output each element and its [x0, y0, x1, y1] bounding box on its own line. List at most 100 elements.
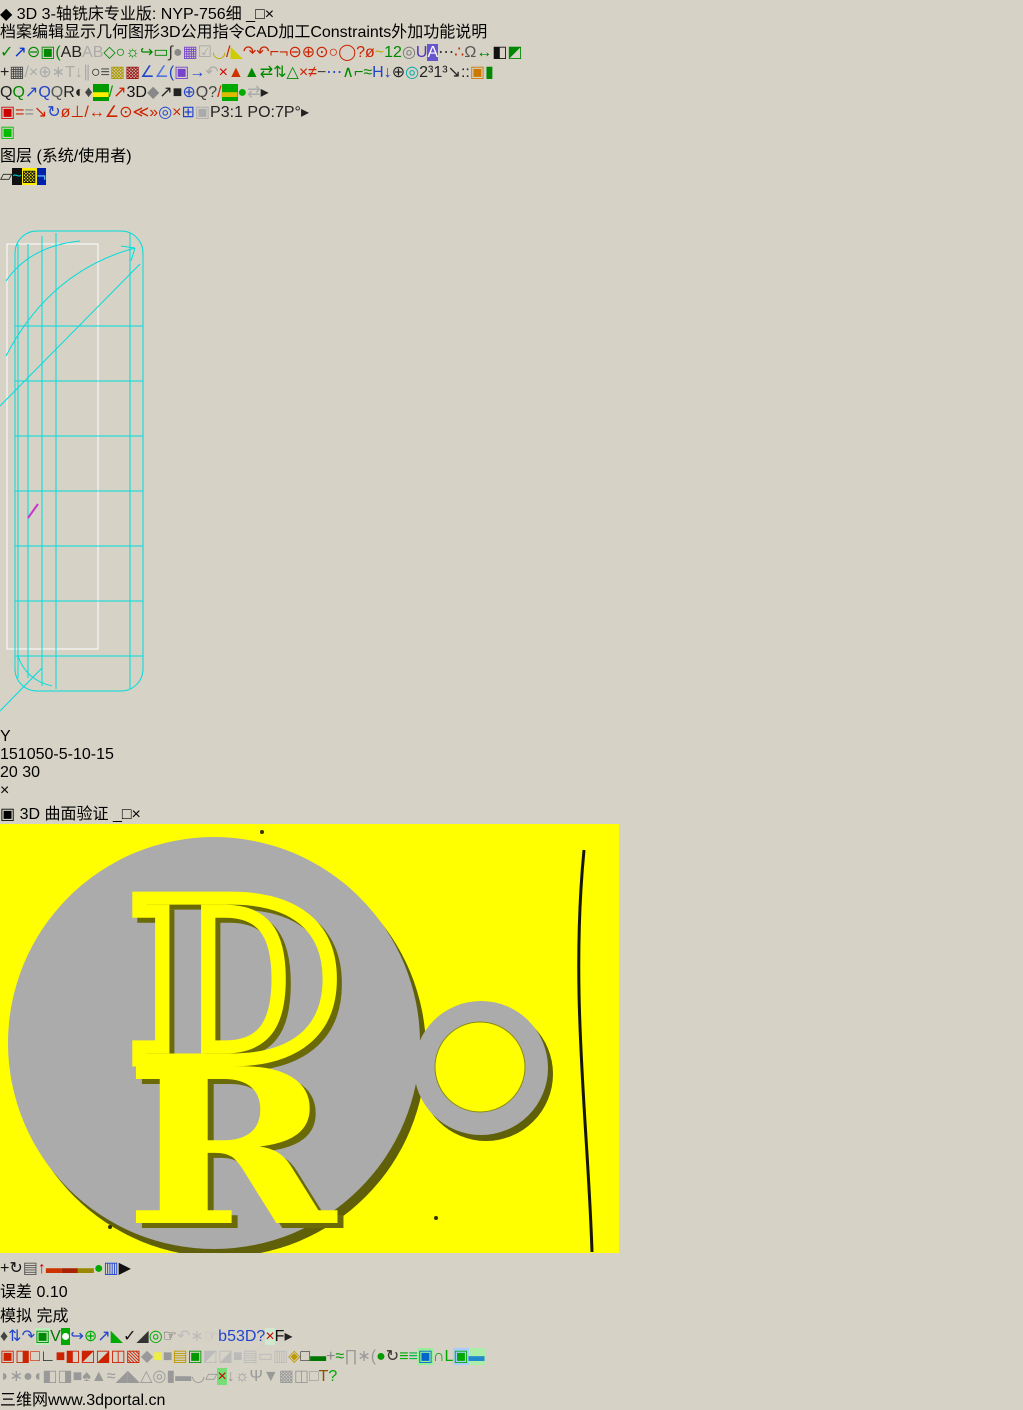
zoom-window2-icon[interactable]: Q: [196, 84, 208, 101]
shade-half-icon[interactable]: ◐: [75, 84, 85, 101]
constrain-diag-icon[interactable]: ↘: [34, 104, 47, 121]
next-arrow-icon[interactable]: →: [189, 64, 205, 81]
trim-arc-icon[interactable]: ↷: [243, 44, 256, 61]
angle-icon[interactable]: ∠: [140, 64, 154, 81]
cube-wire2-icon[interactable]: □: [300, 1348, 310, 1365]
highlight-box-icon[interactable]: ■: [153, 1348, 163, 1365]
help-pick-icon[interactable]: ?: [256, 1328, 265, 1345]
cylinder-icon[interactable]: ◎: [405, 64, 419, 81]
stock-block-icon[interactable]: ▬: [46, 1260, 62, 1277]
grid-icon[interactable]: ▦: [9, 64, 24, 81]
hatch-line-icon[interactable]: ≡: [101, 64, 110, 81]
stock-block3-icon[interactable]: ▬: [78, 1260, 94, 1277]
spheres-icon[interactable]: ●: [60, 1328, 71, 1345]
zoom-window-icon[interactable]: Q: [0, 84, 12, 101]
notes-icon[interactable]: ▤: [173, 1348, 188, 1365]
lamp-icon[interactable]: Ω: [464, 44, 476, 61]
zoom-target-icon[interactable]: ⊕: [182, 84, 195, 101]
menu-constraints[interactable]: Constraints: [310, 24, 391, 41]
hook-red-icon[interactable]: ¬: [279, 44, 288, 61]
diamond-tool-icon[interactable]: ◈: [288, 1348, 300, 1365]
line-arrow-icon[interactable]: ↗: [13, 44, 26, 61]
double-arrow-icon[interactable]: »: [149, 104, 158, 121]
target-box-icon[interactable]: ⊕: [84, 1328, 97, 1345]
zoom-pan-icon[interactable]: ↗: [25, 84, 38, 101]
green-box-icon[interactable]: ▣: [188, 1348, 203, 1365]
view-front-icon[interactable]: ◨: [15, 1348, 30, 1365]
bridge-icon[interactable]: ∏: [344, 1348, 357, 1365]
pan-icon[interactable]: +: [0, 64, 9, 81]
layer-u-icon[interactable]: U: [416, 44, 428, 61]
paint-icon[interactable]: /: [217, 84, 221, 101]
stock-block2-icon[interactable]: ▬: [62, 1260, 78, 1277]
hatch-red-icon[interactable]: ▩: [125, 64, 140, 81]
gear-circle-icon[interactable]: ☼: [125, 44, 140, 61]
ellipse-icon[interactable]: ○: [116, 44, 126, 61]
cube-bottom-icon[interactable]: ▧: [126, 1348, 141, 1365]
plane-icon[interactable]: ◆: [147, 84, 159, 101]
fan-delete-icon[interactable]: ×: [217, 1368, 227, 1385]
menu-addons[interactable]: 外加功能: [391, 24, 455, 41]
expand-view-icon[interactable]: ↗: [159, 84, 172, 101]
scatter-arrows-icon[interactable]: ↗: [97, 1328, 110, 1345]
menu-common-commands[interactable]: 公用指令: [181, 24, 245, 41]
cad-wireframe[interactable]: [0, 186, 220, 723]
move-up2-icon[interactable]: ▲: [244, 64, 260, 81]
rotate-view-icon[interactable]: ↻: [9, 1260, 22, 1277]
circle-help-icon[interactable]: ?: [356, 44, 365, 61]
tolerance-bars-icon[interactable]: ▥: [104, 1260, 119, 1277]
hand-icon[interactable]: ☞: [163, 1328, 177, 1345]
octagon-icon[interactable]: ▣: [453, 1348, 469, 1365]
simulate-play-icon[interactable]: ▶: [119, 1260, 131, 1277]
wave-cut-icon[interactable]: ≈: [335, 1348, 344, 1365]
constrain-h2-icon[interactable]: =: [24, 104, 33, 121]
cube-gray-icon[interactable]: ■: [163, 1348, 173, 1365]
shade-tri-icon[interactable]: ◩: [507, 44, 522, 61]
hatch-circle-icon[interactable]: ◎: [402, 44, 416, 61]
axes-icon[interactable]: ∟: [40, 1348, 56, 1365]
point-ratio-icon[interactable]: P3:1 PO:7: [210, 104, 284, 121]
flip-v-icon[interactable]: ⇅: [273, 64, 286, 81]
circle-diameter-icon[interactable]: ⊖: [27, 44, 40, 61]
point-style-icon[interactable]: ∴: [454, 44, 464, 61]
spin-top-icon[interactable]: ♦: [0, 1328, 8, 1345]
cad-viewport[interactable]: Y 151050-5-10-15 20 30 ×: [0, 186, 1023, 800]
circle-flag-icon[interactable]: ø: [365, 44, 375, 61]
text-abc-icon[interactable]: AB: [61, 44, 82, 61]
layers-icon[interactable]: ▣: [0, 124, 15, 141]
coord-23-icon[interactable]: 2³: [419, 64, 433, 81]
rounded-rect-icon[interactable]: ▭: [153, 44, 168, 61]
view-3d-icon[interactable]: 3D: [126, 84, 146, 101]
hatch-yellow-icon[interactable]: ▩: [110, 64, 125, 81]
arch-icon[interactable]: ∩: [433, 1348, 445, 1365]
menu-edit[interactable]: 编辑: [32, 24, 64, 41]
sketch-polyline-icon[interactable]: ✓: [0, 44, 13, 61]
remove-mesh-icon[interactable]: ×: [265, 1328, 275, 1345]
delete-icon[interactable]: ×: [219, 64, 228, 81]
width-dim-icon[interactable]: ↔: [89, 104, 105, 121]
cube-top-icon[interactable]: ◫: [111, 1348, 126, 1365]
pan-view-icon[interactable]: +: [0, 1260, 9, 1277]
erase-x-icon[interactable]: ×: [299, 64, 308, 81]
error-tolerance-input[interactable]: 0.10: [36, 1284, 67, 1301]
arrows-up-icon[interactable]: ⇅: [8, 1328, 21, 1345]
dialog-title-bar[interactable]: ▣ 3D 曲面验证 _□×: [0, 800, 1023, 824]
plane-gray-icon[interactable]: ◆: [141, 1348, 153, 1365]
smooth-icon[interactable]: ≈: [363, 64, 372, 81]
more-icon[interactable]: ▸: [301, 104, 309, 121]
hatch-xx-icon[interactable]: ▩: [21, 168, 37, 185]
box-orange-icon[interactable]: ▣: [470, 64, 485, 81]
dim-12-icon[interactable]: 12: [384, 44, 402, 61]
menu-view[interactable]: 显示: [64, 24, 96, 41]
peaks-icon[interactable]: ∧: [342, 64, 354, 81]
zoom-pair-icon[interactable]: Q: [51, 84, 63, 101]
align-tri-icon[interactable]: △: [287, 64, 299, 81]
curve-hook-icon[interactable]: ↪: [140, 44, 153, 61]
camera-bar-icon[interactable]: ▬: [92, 84, 109, 101]
corner-blue-icon[interactable]: ¬: [36, 168, 47, 185]
view-swoosh-icon[interactable]: ~: [12, 168, 22, 185]
checklist-icon[interactable]: ✓: [123, 1328, 136, 1345]
menu-geometry[interactable]: 几何图形: [96, 24, 160, 41]
measure-diag-icon[interactable]: ↘: [448, 64, 461, 81]
dim-width-icon[interactable]: ↔: [476, 44, 492, 61]
